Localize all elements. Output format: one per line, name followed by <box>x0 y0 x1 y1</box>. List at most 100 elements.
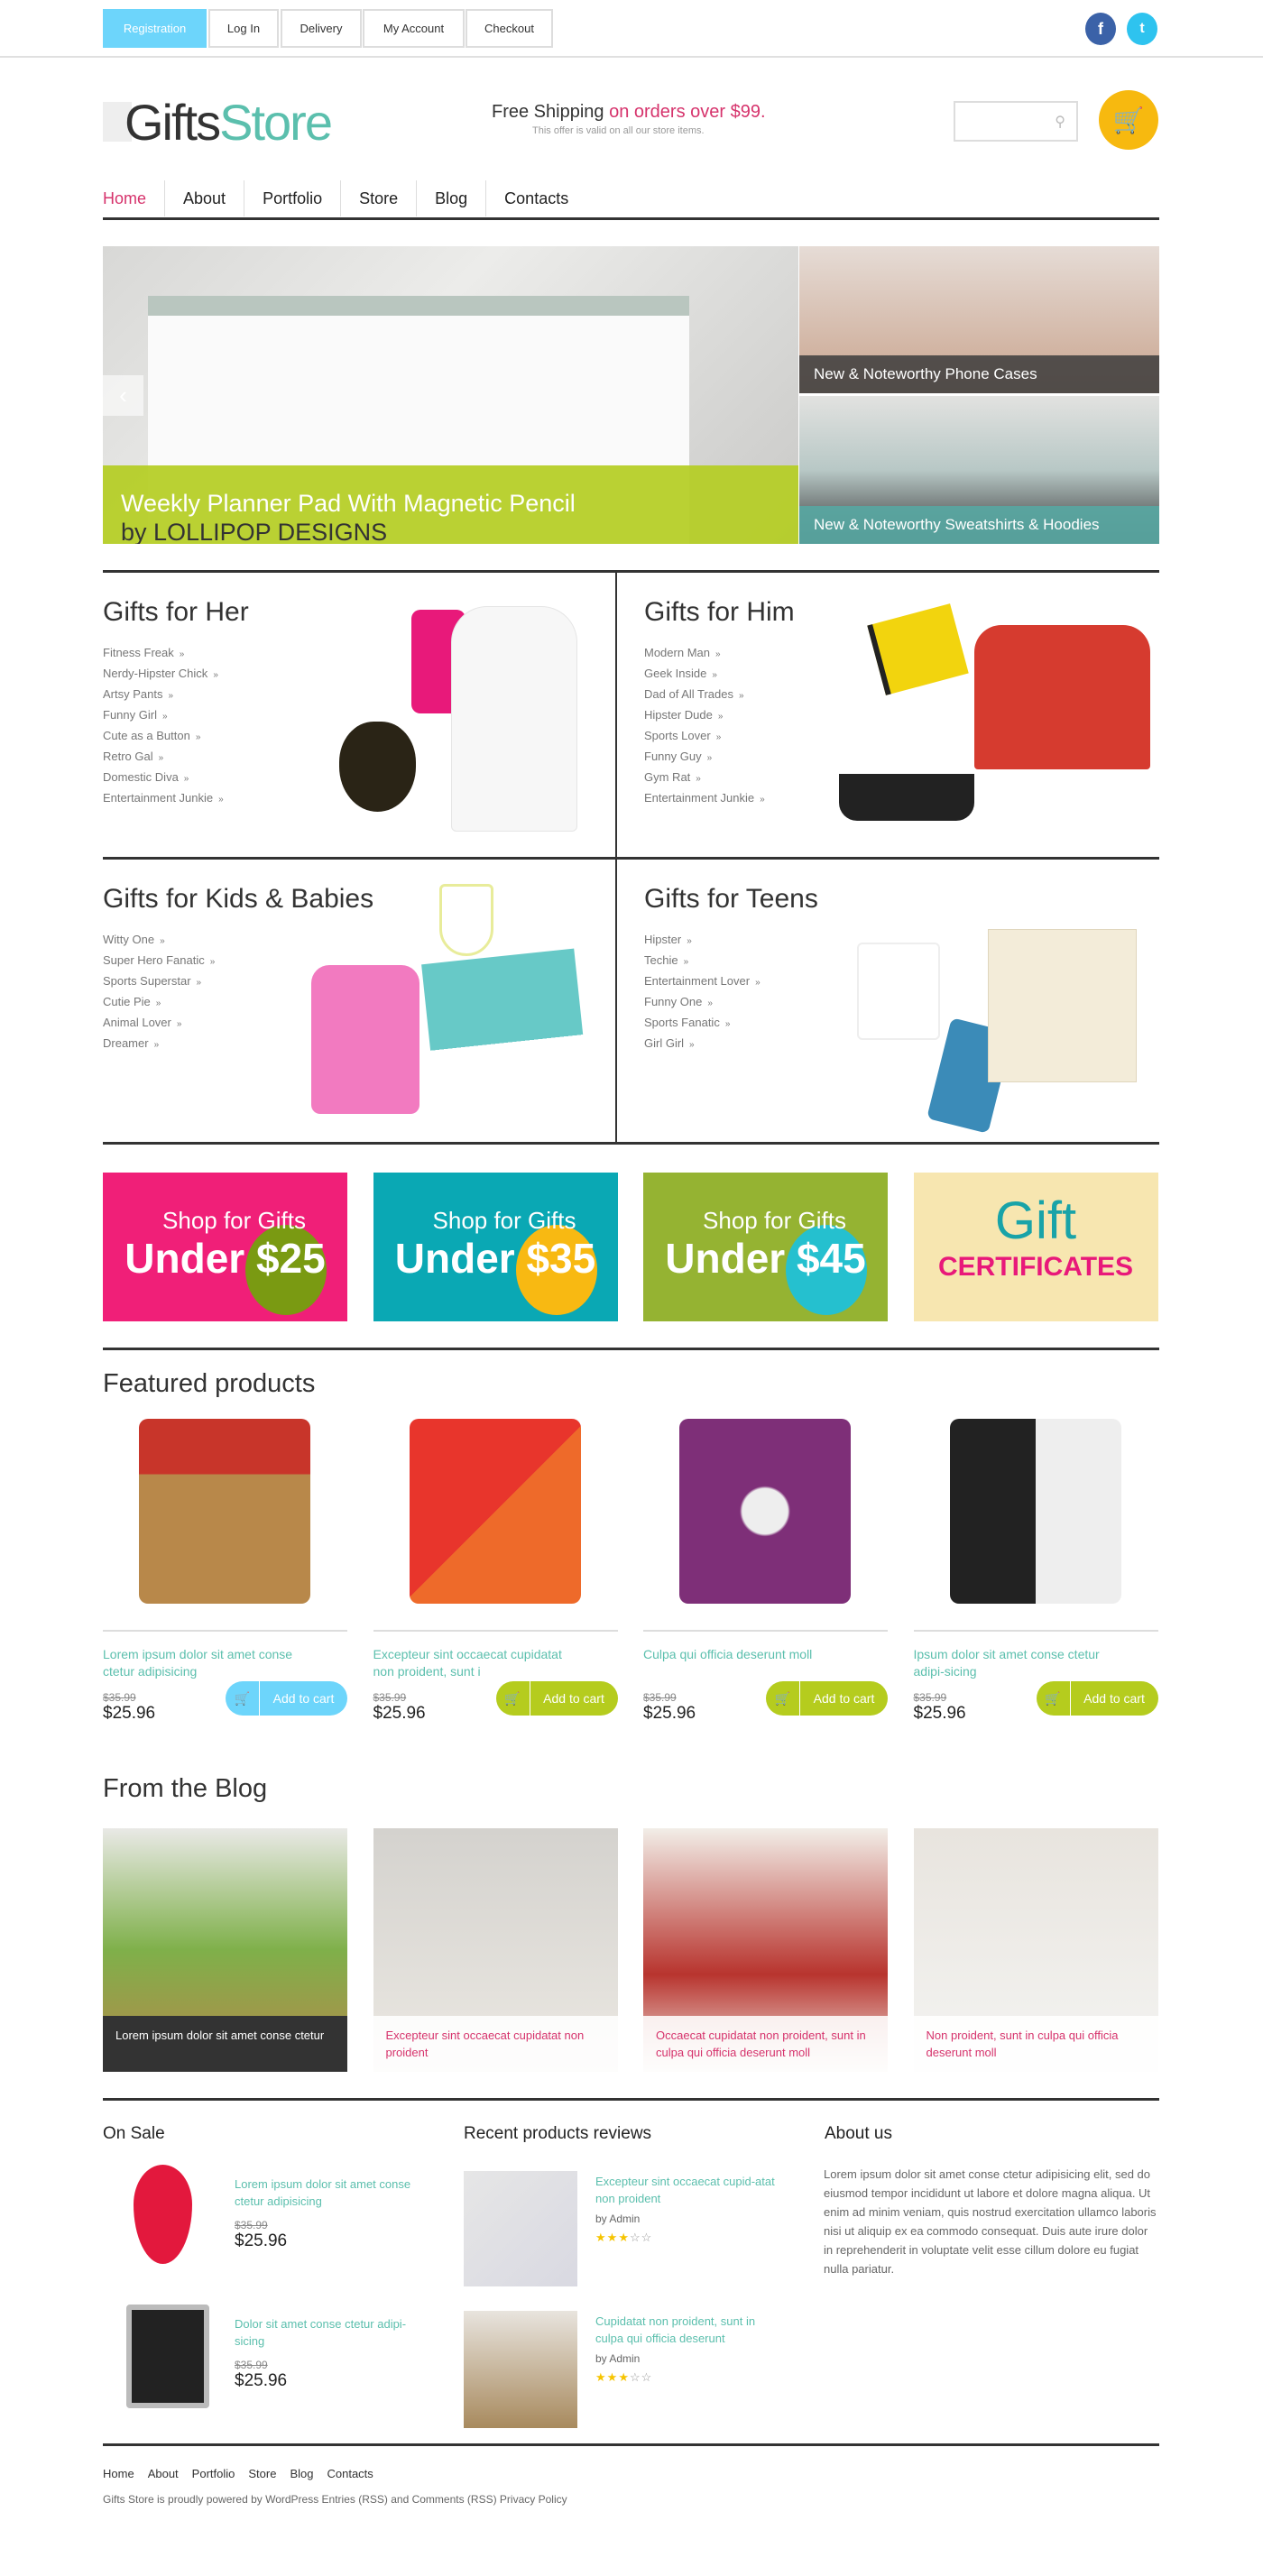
hero-side-phone-cases[interactable]: New & Noteworthy Phone Cases <box>799 246 1159 393</box>
footer-link[interactable]: Blog <box>290 2467 313 2480</box>
nav-blog[interactable]: Blog <box>416 180 485 216</box>
cart-icon[interactable]: 🛒 <box>1099 90 1158 150</box>
on-sale-item-title[interactable]: Dolor sit amet conse ctetur adipi-sicing <box>235 2315 415 2350</box>
add-to-cart-label: Add to cart <box>543 1691 604 1706</box>
promo-banner[interactable]: Gift CERTIFICATES <box>913 1173 1158 1321</box>
footer-link[interactable]: Home <box>103 2467 134 2480</box>
heart-keychain-image[interactable] <box>134 2165 192 2264</box>
category-title[interactable]: Gifts for Kids & Babies <box>103 884 373 915</box>
category-link-label: Cutie Pie <box>103 995 151 1008</box>
blog-post-card[interactable]: Occaecat cupidatat non proident, sunt in… <box>643 1828 888 2072</box>
product-title[interactable]: Ipsum dolor sit amet conse ctetur adipi-… <box>914 1646 1121 1680</box>
category-link[interactable]: Sports Lover » <box>644 725 765 746</box>
add-to-cart-button[interactable]: 🛒 Add to cart <box>766 1681 888 1716</box>
blog-post-title[interactable]: Occaecat cupidatat non proident, sunt in… <box>643 2016 888 2072</box>
category-link[interactable]: Domestic Diva » <box>103 767 224 787</box>
category-link[interactable]: Funny Guy » <box>644 746 765 767</box>
product-image[interactable] <box>949 1419 1121 1604</box>
review-title[interactable]: Cupidatat non proident, sunt in culpa qu… <box>595 2313 776 2347</box>
product-title[interactable]: Excepteur sint occaecat cupidatat non pr… <box>373 1646 581 1680</box>
hero-side-sweatshirts[interactable]: New & Noteworthy Sweatshirts & Hoodies <box>799 396 1159 544</box>
category-link[interactable]: Girl Girl » <box>644 1033 761 1053</box>
footer-link[interactable]: Portfolio <box>192 2467 235 2480</box>
nav-contacts[interactable]: Contacts <box>485 180 586 216</box>
footer-link[interactable]: Contacts <box>327 2467 373 2480</box>
blog-post-card[interactable]: Excepteur sint occaecat cupidatat non pr… <box>373 1828 618 2072</box>
search-icon[interactable]: ⚲ <box>1055 113 1065 131</box>
blog-post-title[interactable]: Non proident, sunt in culpa qui officia … <box>913 2016 1158 2072</box>
logo[interactable]: Gifts Store <box>103 90 333 153</box>
product-divider <box>373 1630 618 1632</box>
twitter-icon[interactable]: t <box>1127 13 1157 45</box>
category-link-label: Funny Guy <box>644 750 702 763</box>
checkout-link[interactable]: Checkout <box>466 9 553 48</box>
category-link[interactable]: Witty One » <box>103 929 215 950</box>
product-image[interactable] <box>679 1419 851 1604</box>
product-image[interactable] <box>139 1419 310 1604</box>
category-link[interactable]: Techie » <box>644 950 761 971</box>
category-link[interactable]: Cutie Pie » <box>103 991 215 1012</box>
category-link[interactable]: Dreamer » <box>103 1033 215 1053</box>
product-image[interactable] <box>409 1419 581 1604</box>
promo-banner[interactable]: Shop for Gifts Under $35 <box>373 1173 618 1321</box>
review-author: by Admin <box>595 2213 641 2225</box>
category-link[interactable]: Hipster Dude » <box>644 704 765 725</box>
on-sale-item: Lorem ipsum dolor sit amet conse ctetur … <box>235 2176 415 2251</box>
category-link-label: Hipster <box>644 933 682 946</box>
login-link[interactable]: Log In <box>208 9 279 48</box>
review-product-image[interactable] <box>464 2311 577 2428</box>
category-link[interactable]: Entertainment Junkie » <box>103 787 224 808</box>
add-to-cart-button[interactable]: 🛒 Add to cart <box>495 1681 618 1716</box>
category-link[interactable]: Sports Superstar » <box>103 971 215 991</box>
category-title[interactable]: Gifts for Her <box>103 597 249 628</box>
nav-store[interactable]: Store <box>340 180 416 216</box>
blog-post-title[interactable]: Excepteur sint occaecat cupidatat non pr… <box>373 2016 618 2072</box>
category-link[interactable]: Animal Lover » <box>103 1012 215 1033</box>
review-title[interactable]: Excepteur sint occaecat cupid-atat non p… <box>595 2173 776 2207</box>
product-title[interactable]: Culpa qui officia deserunt moll <box>643 1646 851 1663</box>
category-title[interactable]: Gifts for Him <box>644 597 795 628</box>
category-link[interactable]: Fitness Freak » <box>103 642 224 663</box>
my-account-link[interactable]: My Account <box>363 9 465 48</box>
category-link[interactable]: Funny One » <box>644 991 761 1012</box>
nav-portfolio[interactable]: Portfolio <box>244 180 340 216</box>
category-link[interactable]: Dad of All Trades » <box>644 684 765 704</box>
add-to-cart-button[interactable]: 🛒 Add to cart <box>226 1681 347 1716</box>
add-to-cart-button[interactable]: 🛒 Add to cart <box>1036 1681 1158 1716</box>
category-link[interactable]: Super Hero Fanatic » <box>103 950 215 971</box>
nav-about[interactable]: About <box>164 180 244 216</box>
nav-home[interactable]: Home <box>103 180 164 216</box>
promo-banner[interactable]: Shop for Gifts Under $45 <box>643 1173 888 1321</box>
category-title[interactable]: Gifts for Teens <box>644 884 818 915</box>
promo-banner[interactable]: Shop for Gifts Under $25 <box>103 1173 347 1321</box>
category-link[interactable]: Retro Gal » <box>103 746 224 767</box>
blog-post-card[interactable]: Non proident, sunt in culpa qui officia … <box>913 1828 1158 2072</box>
registration-link[interactable]: Registration <box>103 9 207 48</box>
on-sale-item-title[interactable]: Lorem ipsum dolor sit amet conse ctetur … <box>235 2176 415 2210</box>
hero-slider[interactable]: ‹ Weekly Planner Pad With Magnetic Penci… <box>103 246 798 544</box>
footer-link[interactable]: About <box>148 2467 179 2480</box>
category-link[interactable]: Artsy Pants » <box>103 684 224 704</box>
footer-link[interactable]: Store <box>248 2467 276 2480</box>
facebook-icon[interactable]: f <box>1085 13 1116 45</box>
product-title[interactable]: Lorem ipsum dolor sit amet conse ctetur … <box>103 1646 310 1680</box>
blog-post-card[interactable]: Lorem ipsum dolor sit amet conse ctetur <box>103 1828 347 2072</box>
category-link[interactable]: Funny Girl » <box>103 704 224 725</box>
review-product-image[interactable] <box>464 2171 577 2286</box>
search-input[interactable]: ⚲ <box>954 101 1078 142</box>
promo-line2: Under $45 <box>643 1234 888 1283</box>
category-link[interactable]: Modern Man » <box>644 642 765 663</box>
category-link[interactable]: Gym Rat » <box>644 767 765 787</box>
category-link[interactable]: Nerdy-Hipster Chick » <box>103 663 224 684</box>
category-link[interactable]: Entertainment Lover » <box>644 971 761 991</box>
delivery-link[interactable]: Delivery <box>281 9 362 48</box>
photo-frame-image[interactable] <box>126 2305 209 2408</box>
prev-arrow-icon[interactable]: ‹ <box>103 375 143 416</box>
blog-post-title[interactable]: Lorem ipsum dolor sit amet conse ctetur <box>103 2016 347 2072</box>
category-link[interactable]: Sports Fanatic » <box>644 1012 761 1033</box>
category-link[interactable]: Entertainment Junkie » <box>644 787 765 808</box>
category-link[interactable]: Hipster » <box>644 929 761 950</box>
category-link[interactable]: Cute as a Button » <box>103 725 224 746</box>
chevron-right-icon: » <box>155 998 161 1008</box>
category-link[interactable]: Geek Inside » <box>644 663 765 684</box>
